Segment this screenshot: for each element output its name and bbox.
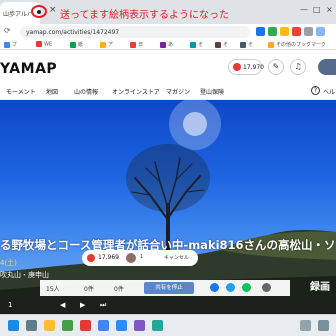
zoom-icon[interactable] bbox=[116, 320, 127, 331]
tab-audio-icon bbox=[37, 10, 41, 14]
tray-icon[interactable] bbox=[300, 320, 311, 331]
maximize-button[interactable]: □ bbox=[313, 5, 321, 14]
extension-icon[interactable] bbox=[256, 27, 265, 36]
bookmark-item[interactable]: そ bbox=[190, 41, 203, 48]
avatar bbox=[126, 253, 136, 263]
refresh-icon[interactable]: ⟳ bbox=[4, 26, 11, 35]
help-icon[interactable]: ? bbox=[311, 86, 320, 95]
twitter-icon[interactable] bbox=[226, 283, 235, 292]
bookmark-item[interactable]: ア bbox=[100, 41, 113, 48]
address-bar-row: ⟳ yamap.com/activities/1472497 bbox=[0, 24, 336, 40]
cancel-link[interactable]: キャンセル bbox=[164, 254, 189, 261]
facebook-icon[interactable] bbox=[210, 283, 219, 292]
app-icon[interactable] bbox=[152, 320, 163, 331]
bookmarks-bar: ブ WE 紙 ア 日 あ そ そ そ その他のブックマーク bbox=[0, 40, 336, 50]
bookmark-item[interactable]: あ bbox=[160, 41, 173, 48]
reaction-count[interactable]: 0件 bbox=[114, 284, 124, 293]
url-text: yamap.com/activities/1472497 bbox=[26, 29, 120, 36]
line-icon[interactable] bbox=[242, 283, 251, 292]
app-icon[interactable] bbox=[62, 320, 73, 331]
main-menu: モーメント 地図 山の情報 オンラインストア マガジン 登山保険 ? ヘルプ bbox=[0, 84, 336, 100]
points-value: 17,970 bbox=[243, 64, 264, 71]
bookmark-item[interactable]: 紙 bbox=[70, 41, 83, 48]
participants-count[interactable]: 15人 bbox=[46, 284, 60, 293]
bookmark-item[interactable]: ブ bbox=[4, 41, 17, 48]
activity-date: 4(土) bbox=[0, 259, 17, 267]
bookmark-item[interactable]: そ bbox=[215, 41, 228, 48]
browser-tab-bar: 山歩アルバ × 送ってます絵柄表示するようになった — □ × bbox=[0, 0, 336, 24]
app-icon[interactable] bbox=[80, 320, 91, 331]
meeting-toolbar: 15人 0件 0件 共有を停止 bbox=[40, 280, 290, 296]
player-controls: 1 ◀ ▶ ⏭ bbox=[0, 298, 336, 314]
menu-item-mountain-info[interactable]: 山の情報 bbox=[74, 87, 98, 96]
chrome-icon[interactable] bbox=[98, 320, 109, 331]
extension-icon[interactable] bbox=[280, 27, 289, 36]
menu-item-moment[interactable]: モーメント bbox=[6, 87, 36, 96]
stop-share-button[interactable]: 共有を停止 bbox=[144, 282, 194, 294]
os-taskbar bbox=[0, 314, 336, 336]
avatar[interactable] bbox=[318, 59, 336, 75]
points-badge[interactable]: 17,970 bbox=[228, 59, 264, 75]
menu-item-store[interactable]: オンラインストア bbox=[112, 87, 160, 96]
bookmark-item[interactable]: そ bbox=[240, 41, 253, 48]
search-icon[interactable] bbox=[26, 320, 37, 331]
start-icon[interactable] bbox=[8, 320, 19, 331]
yamap-logo[interactable]: YAMAP bbox=[0, 61, 57, 77]
folder-icon[interactable] bbox=[44, 320, 55, 331]
app-icon[interactable] bbox=[134, 320, 145, 331]
other-bookmarks[interactable]: その他のブックマーク bbox=[268, 41, 326, 48]
minimize-button[interactable]: — bbox=[300, 5, 308, 14]
site-header: YAMAP 17,970 ✎ ♫ bbox=[0, 51, 336, 83]
points-icon bbox=[233, 63, 241, 71]
bookmark-item[interactable]: 日 bbox=[130, 41, 143, 48]
bookmark-item[interactable]: WE bbox=[36, 41, 52, 48]
play-button[interactable]: ▶ bbox=[80, 301, 85, 309]
menu-item-magazine[interactable]: マガジン bbox=[166, 87, 190, 96]
hero-photo: る野牧場とコース管理者が話合い中-maki816さんの高松山・ソ 17,969 … bbox=[0, 100, 336, 314]
menu-item-insurance[interactable]: 登山保険 bbox=[200, 87, 224, 96]
next-button[interactable]: ⏭ bbox=[100, 301, 106, 310]
notification-bell-icon[interactable]: ♫ bbox=[290, 59, 306, 75]
tab-close-icon[interactable]: × bbox=[49, 5, 57, 15]
like-pill[interactable]: 17,969 1 キャンセル bbox=[82, 250, 198, 266]
extension-icon[interactable] bbox=[304, 27, 313, 36]
more-icon[interactable] bbox=[262, 283, 271, 292]
comment-count: 1 bbox=[140, 254, 144, 260]
activity-location: 吹丸山・庚申山 bbox=[0, 271, 49, 279]
clock-icon[interactable] bbox=[318, 320, 329, 331]
profile-icon[interactable] bbox=[316, 27, 325, 36]
annotation-text: 送ってます絵柄表示するようになった bbox=[60, 10, 229, 21]
chat-count[interactable]: 0件 bbox=[84, 284, 94, 293]
extension-icon[interactable] bbox=[268, 27, 277, 36]
tab-title: 山歩アルバ bbox=[3, 11, 31, 18]
record-label[interactable]: 録画 bbox=[310, 278, 330, 293]
page-number: 1 bbox=[8, 301, 13, 309]
like-count: 17,969 bbox=[98, 254, 119, 261]
heart-icon bbox=[87, 254, 95, 262]
close-window-button[interactable]: × bbox=[326, 5, 333, 14]
previous-button[interactable]: ◀ bbox=[60, 301, 65, 309]
menu-item-help[interactable]: ヘルプ bbox=[323, 87, 336, 96]
url-field[interactable]: yamap.com/activities/1472497 bbox=[20, 26, 250, 38]
extension-icon[interactable] bbox=[292, 27, 301, 36]
menu-item-map[interactable]: 地図 bbox=[46, 87, 58, 96]
post-button[interactable]: ✎ bbox=[268, 59, 284, 75]
